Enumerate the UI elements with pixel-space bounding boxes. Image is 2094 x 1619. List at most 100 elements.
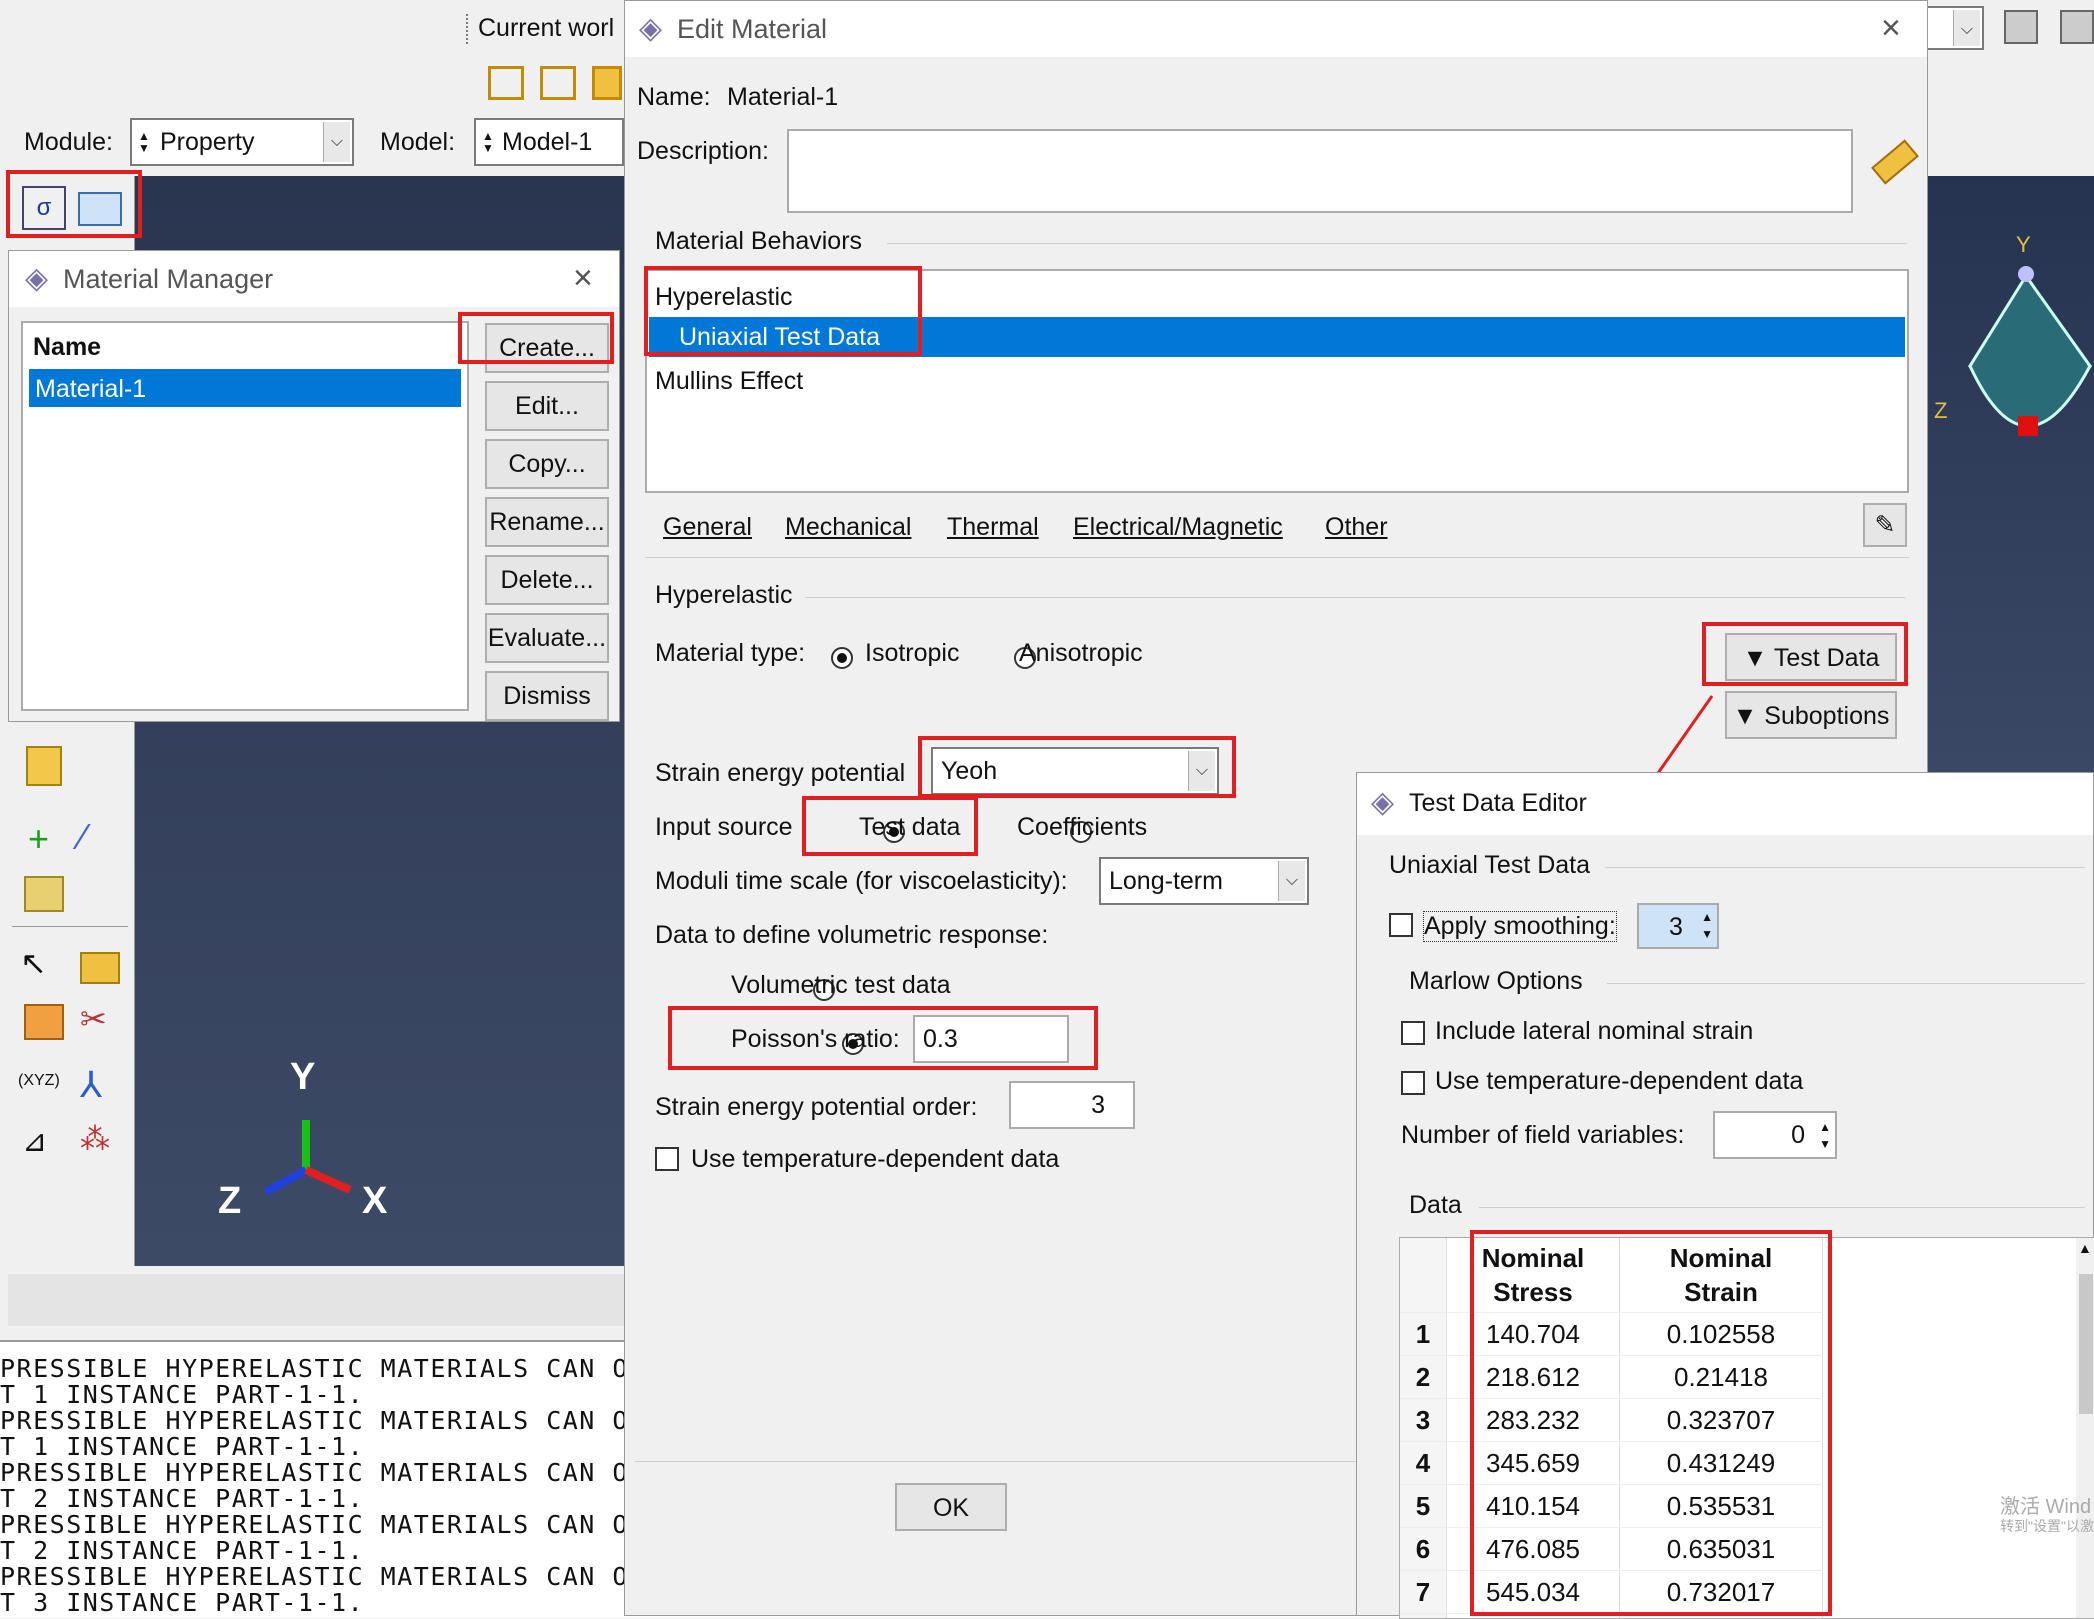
material-icon[interactable]: σ [22, 186, 66, 230]
render-icon-2[interactable] [2060, 10, 2094, 44]
csys-label[interactable]: (XYZ) [18, 1072, 60, 1090]
stress-cell[interactable]: 218.612 [1447, 1356, 1620, 1399]
menu-thermal[interactable]: Thermal [947, 513, 1039, 542]
strain-cell[interactable]: 0.21418 [1620, 1356, 1823, 1399]
table-row[interactable]: 4345.6590.431249 [1400, 1442, 1823, 1485]
spin-icon[interactable]: ▲▼ [1819, 1119, 1831, 1153]
strain-cell[interactable]: 0.102558 [1620, 1313, 1823, 1356]
module-select[interactable]: ▲▼ Property ⌵ [130, 118, 354, 166]
moduli-select[interactable]: Long-term ⌵ [1099, 857, 1309, 905]
axis-tool-icon[interactable]: ⁂ [80, 1122, 110, 1157]
strain-cell[interactable]: 0.535531 [1620, 1485, 1823, 1528]
table-row[interactable]: 3283.2320.323707 [1400, 1399, 1823, 1442]
suboptions-button[interactable]: ▼ Suboptions [1725, 691, 1897, 739]
close-icon[interactable]: × [1881, 9, 1901, 48]
select-cursor-icon[interactable]: ↖ [20, 944, 47, 982]
view-iso-icon[interactable] [488, 66, 524, 100]
apply-smoothing-checkbox[interactable] [1389, 913, 1413, 937]
edit-pencil-tool-icon[interactable] [26, 746, 62, 786]
render-icon[interactable] [2004, 10, 2038, 44]
spin-icon[interactable]: ▲▼ [1701, 909, 1713, 943]
strain-cell[interactable]: 0.635031 [1620, 1528, 1823, 1571]
include-lateral-checkbox[interactable] [1401, 1021, 1425, 1045]
stress-cell[interactable]: 283.232 [1447, 1399, 1620, 1442]
table-row[interactable]: 6476.0850.635031 [1400, 1528, 1823, 1571]
rename-button[interactable]: Rename... [485, 497, 609, 547]
plane-tool-icon[interactable]: ⊿ [22, 1124, 47, 1159]
view-front-icon[interactable] [540, 66, 576, 100]
column-header-stress[interactable]: NominalStress [1447, 1238, 1620, 1313]
datum-line-icon[interactable]: ⁄ [80, 816, 86, 858]
ok-button[interactable]: OK [895, 1483, 1007, 1531]
behaviors-list[interactable]: Hyperelastic Uniaxial Test Data Mullins … [645, 269, 1909, 493]
model-select[interactable]: ▲▼ Model-1 [474, 118, 624, 166]
material-list[interactable]: Name Material-1 [21, 321, 469, 711]
behavior-uniaxial-test-data[interactable]: Uniaxial Test Data [649, 317, 1905, 357]
strain-cell[interactable]: 0.431249 [1620, 1442, 1823, 1485]
plus-icon[interactable]: + [28, 818, 49, 860]
table-row[interactable]: 5410.1540.535531 [1400, 1485, 1823, 1528]
dismiss-button[interactable]: Dismiss [485, 671, 609, 721]
test-data-button[interactable]: ▼ Test Data [1725, 633, 1897, 681]
behavior-hyperelastic[interactable]: Hyperelastic [655, 283, 793, 312]
chevron-down-icon[interactable]: ⌵ [1278, 861, 1305, 901]
section-tool-icon[interactable] [80, 952, 120, 984]
stress-cell[interactable]: 345.659 [1447, 1442, 1620, 1485]
view-solid-icon[interactable] [592, 66, 622, 100]
temp-dependent-checkbox[interactable] [655, 1147, 679, 1171]
pencil-icon[interactable] [1871, 139, 1919, 184]
data-table[interactable]: NominalStress NominalStrain 1140.7040.10… [1399, 1237, 2094, 1619]
strain-cell[interactable]: 0.732017 [1620, 1571, 1823, 1614]
test-data-editor-titlebar[interactable]: ◈ Test Data Editor [1357, 773, 2093, 835]
edit-button[interactable]: Edit... [485, 381, 609, 431]
table-row[interactable]: 1140.7040.102558 [1400, 1313, 1823, 1356]
column-header-strain[interactable]: NominalStrain [1620, 1238, 1823, 1313]
table-row[interactable]: 8616.7130.826473 [1400, 1614, 1823, 1619]
smoothing-spinner[interactable]: 3 ▲▼ [1637, 903, 1719, 949]
strain-cell[interactable]: 0.826473 [1620, 1614, 1823, 1619]
delete-button[interactable]: Delete... [485, 555, 609, 605]
scissors-icon[interactable]: ✂ [80, 1000, 107, 1038]
material-manager-icon[interactable] [78, 192, 122, 226]
chevron-down-icon[interactable]: ⌵ [1188, 751, 1215, 791]
menu-general[interactable]: General [663, 513, 752, 542]
stress-cell[interactable]: 410.154 [1447, 1485, 1620, 1528]
table-row[interactable]: 7545.0340.732017 [1400, 1571, 1823, 1614]
chevron-down-icon[interactable]: ⌵ [323, 122, 350, 162]
strain-energy-select[interactable]: Yeoh ⌵ [931, 747, 1219, 795]
evaluate-button[interactable]: Evaluate... [485, 613, 609, 663]
edit-material-titlebar[interactable]: ◈ Edit Material × [625, 1, 1927, 57]
isotropic-radio[interactable] [831, 647, 853, 669]
behavior-mullins[interactable]: Mullins Effect [655, 367, 803, 396]
poisson-input[interactable]: 0.3 [913, 1015, 1069, 1063]
copy-button[interactable]: Copy... [485, 439, 609, 489]
field-vars-spinner[interactable]: 0 ▲▼ [1713, 1111, 1837, 1159]
create-button[interactable]: Create... [485, 323, 609, 373]
close-icon[interactable]: × [573, 259, 593, 298]
stress-cell[interactable]: 616.713 [1447, 1614, 1620, 1619]
delete-behavior-button[interactable]: ✎ [1863, 503, 1907, 547]
render-combo[interactable]: ⌵ [1924, 6, 1984, 50]
data-grid[interactable]: NominalStress NominalStrain 1140.7040.10… [1400, 1238, 1823, 1619]
stress-cell[interactable]: 476.085 [1447, 1528, 1620, 1571]
list-item[interactable]: Material-1 [29, 369, 461, 407]
stress-cell[interactable]: 140.704 [1447, 1313, 1620, 1356]
menu-electrical[interactable]: Electrical/Magnetic [1073, 513, 1283, 542]
assign-section-icon[interactable] [24, 1004, 64, 1040]
strain-cell[interactable]: 0.323707 [1620, 1399, 1823, 1442]
grid-tool-icon[interactable] [24, 876, 64, 912]
scroll-thumb[interactable] [2079, 1274, 2093, 1414]
triad-tool-icon[interactable]: ⅄ [80, 1064, 102, 1106]
scrollbar[interactable]: ▲ [2076, 1238, 2094, 1618]
use-temp-checkbox[interactable] [1401, 1071, 1425, 1095]
chevron-down-icon[interactable]: ⌵ [1953, 10, 1980, 46]
menu-other[interactable]: Other [1325, 513, 1388, 542]
view-cube-icon[interactable] [1950, 236, 2094, 476]
material-manager-titlebar[interactable]: ◈ Material Manager × [9, 251, 619, 307]
description-field[interactable] [787, 129, 1853, 213]
stress-cell[interactable]: 545.034 [1447, 1571, 1620, 1614]
order-input[interactable]: 3 [1009, 1081, 1135, 1129]
table-row[interactable]: 2218.6120.21418 [1400, 1356, 1823, 1399]
menu-mechanical[interactable]: Mechanical [785, 513, 911, 542]
scroll-up-icon[interactable]: ▲ [2078, 1240, 2092, 1256]
